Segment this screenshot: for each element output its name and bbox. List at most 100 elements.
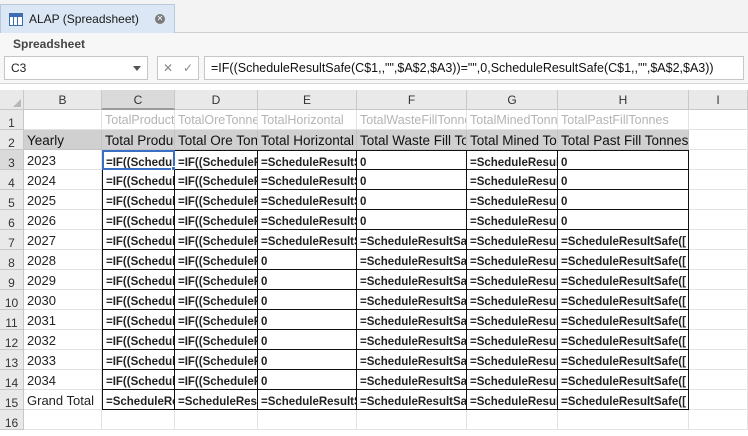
row-header-2[interactable]: 2 — [0, 130, 24, 150]
name-box[interactable]: C3 — [4, 56, 148, 80]
cell-i9[interactable] — [689, 270, 748, 290]
cell-c3[interactable]: =IF((ScheduleResultSafe — [102, 150, 175, 170]
cell-f12[interactable]: =ScheduleResultSafe — [357, 330, 467, 350]
column-header-g[interactable]: G — [467, 90, 558, 110]
cell-d13[interactable]: =IF((ScheduleResultSafe — [175, 350, 258, 370]
cell-e2[interactable]: Total Horizontal — [258, 130, 357, 150]
tab-alap-spreadsheet[interactable]: ALAP (Spreadsheet) ✕ — [0, 4, 175, 33]
row-header-7[interactable]: 7 — [0, 230, 24, 250]
row-header-12[interactable]: 12 — [0, 330, 24, 350]
cell-f4[interactable]: 0 — [357, 170, 467, 190]
cell-d7[interactable]: =IF((ScheduleResultSafe — [175, 230, 258, 250]
cell-i13[interactable] — [689, 350, 748, 370]
year-label[interactable]: Grand Total — [24, 390, 102, 410]
cell-g12[interactable]: =ScheduleResultSafe — [467, 330, 558, 350]
cancel-formula-icon[interactable]: ✕ — [163, 61, 173, 75]
cell-d2[interactable]: Total Ore Tonnes — [175, 130, 258, 150]
cell-i4[interactable] — [689, 170, 748, 190]
cell-f15[interactable]: =ScheduleResultSafe — [357, 390, 467, 410]
cell-c10[interactable]: =IF((ScheduleResultSafe — [102, 290, 175, 310]
cell-g10[interactable]: =ScheduleResultSafe — [467, 290, 558, 310]
cell-f16[interactable] — [357, 410, 467, 430]
cell-d15[interactable]: =ScheduleResultSafe — [175, 390, 258, 410]
cell-f8[interactable]: =ScheduleResultSafe — [357, 250, 467, 270]
row-header-5[interactable]: 5 — [0, 190, 24, 210]
year-label[interactable]: 2029 — [24, 270, 102, 290]
cell-i11[interactable] — [689, 310, 748, 330]
cell-c14[interactable]: =IF((ScheduleResultSafe — [102, 370, 175, 390]
cell-g7[interactable]: =ScheduleResultSafe — [467, 230, 558, 250]
cell-i15[interactable] — [689, 390, 748, 410]
formula-input[interactable]: =IF((ScheduleResultSafe(C$1,,"",$A$2,$A3… — [204, 56, 744, 80]
cell-d10[interactable]: =IF((ScheduleResultSafe — [175, 290, 258, 310]
cell-c13[interactable]: =IF((ScheduleResultSafe — [102, 350, 175, 370]
cell-h9[interactable]: =ScheduleResultSafe([ — [558, 270, 689, 290]
cell-i3[interactable] — [689, 150, 748, 170]
cell-f10[interactable]: =ScheduleResultSafe — [357, 290, 467, 310]
cell-i5[interactable] — [689, 190, 748, 210]
cell-f3[interactable]: 0 — [357, 150, 467, 170]
row-header-10[interactable]: 10 — [0, 290, 24, 310]
cell-d5[interactable]: =IF((ScheduleResultSafe — [175, 190, 258, 210]
cell-e10[interactable]: 0 — [258, 290, 357, 310]
cell-h13[interactable]: =ScheduleResultSafe([ — [558, 350, 689, 370]
cell-i6[interactable] — [689, 210, 748, 230]
cell-c9[interactable]: =IF((ScheduleResultSafe — [102, 270, 175, 290]
cell-d16[interactable] — [175, 410, 258, 430]
year-label[interactable]: 2030 — [24, 290, 102, 310]
cell-g9[interactable]: =ScheduleResultSafe — [467, 270, 558, 290]
row-header-9[interactable]: 9 — [0, 270, 24, 290]
cell-c6[interactable]: =IF((ScheduleResultSafe — [102, 210, 175, 230]
cell-g1[interactable]: TotalMinedTonnes — [467, 110, 558, 130]
cell-c11[interactable]: =IF((ScheduleResultSafe — [102, 310, 175, 330]
cell-h7[interactable]: =ScheduleResultSafe([ — [558, 230, 689, 250]
cell-c5[interactable]: =IF((ScheduleResultSafe — [102, 190, 175, 210]
cell-e11[interactable]: 0 — [258, 310, 357, 330]
row-header-3[interactable]: 3 — [0, 150, 24, 170]
year-label[interactable]: 2027 — [24, 230, 102, 250]
cell-e7[interactable]: =ScheduleResultSafe — [258, 230, 357, 250]
column-header-c[interactable]: C — [102, 90, 175, 110]
cell-d14[interactable]: =IF((ScheduleResultSafe — [175, 370, 258, 390]
cell-g13[interactable]: =ScheduleResultSafe — [467, 350, 558, 370]
cell-c2[interactable]: Total Production — [102, 130, 175, 150]
cell-h10[interactable]: =ScheduleResultSafe([ — [558, 290, 689, 310]
row-header-15[interactable]: 15 — [0, 390, 24, 410]
cell-h2[interactable]: Total Past Fill Tonnes — [558, 130, 689, 150]
cell-e3[interactable]: =ScheduleResultSafe — [258, 150, 357, 170]
cell-f1[interactable]: TotalWasteFillTonnes — [357, 110, 467, 130]
row-header-1[interactable]: 1 — [0, 110, 24, 130]
year-label[interactable]: 2028 — [24, 250, 102, 270]
cell-e5[interactable]: =ScheduleResultSafe — [258, 190, 357, 210]
cell-e4[interactable]: =ScheduleResultSafe — [258, 170, 357, 190]
year-label[interactable]: 2031 — [24, 310, 102, 330]
cell-e12[interactable]: 0 — [258, 330, 357, 350]
cell-h3[interactable]: 0 — [558, 150, 689, 170]
year-label[interactable]: 2034 — [24, 370, 102, 390]
cell-i16[interactable] — [689, 410, 748, 430]
year-label[interactable]: 2032 — [24, 330, 102, 350]
cell-e15[interactable]: =ScheduleResultSafe — [258, 390, 357, 410]
cell-g14[interactable]: =ScheduleResultSafe — [467, 370, 558, 390]
cell-c15[interactable]: =ScheduleResultSafe — [102, 390, 175, 410]
cell-c1[interactable]: TotalProductionTonnes — [102, 110, 175, 130]
cell-f9[interactable]: =ScheduleResultSafe — [357, 270, 467, 290]
cell-g16[interactable] — [467, 410, 558, 430]
cell-h15[interactable]: =ScheduleResultSafe([ — [558, 390, 689, 410]
cell-g4[interactable]: =ScheduleResultSafe — [467, 170, 558, 190]
cell-g2[interactable]: Total Mined Tonnes — [467, 130, 558, 150]
cell-d4[interactable]: =IF((ScheduleResultSafe — [175, 170, 258, 190]
cell-c12[interactable]: =IF((ScheduleResultSafe — [102, 330, 175, 350]
cell-e13[interactable]: 0 — [258, 350, 357, 370]
year-label[interactable]: 2024 — [24, 170, 102, 190]
cell-b2[interactable]: Yearly — [24, 130, 102, 150]
cell-h8[interactable]: =ScheduleResultSafe([ — [558, 250, 689, 270]
cell-g3[interactable]: =ScheduleResultSafe — [467, 150, 558, 170]
select-all-corner[interactable] — [0, 90, 24, 110]
row-header-16[interactable]: 16 — [0, 410, 24, 430]
cell-g11[interactable]: =ScheduleResultSafe — [467, 310, 558, 330]
cell-f5[interactable]: 0 — [357, 190, 467, 210]
year-label[interactable]: 2026 — [24, 210, 102, 230]
cell-h14[interactable]: =ScheduleResultSafe([ — [558, 370, 689, 390]
cell-e14[interactable]: 0 — [258, 370, 357, 390]
